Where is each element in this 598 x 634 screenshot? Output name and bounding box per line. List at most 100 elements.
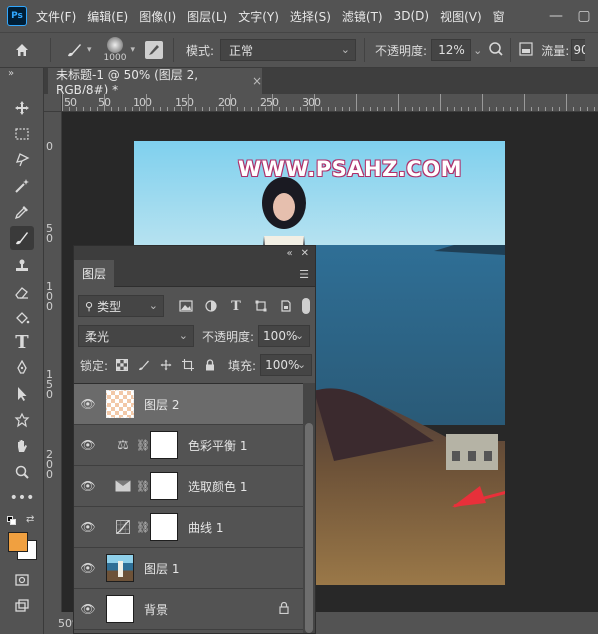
- filter-shape-icon[interactable]: [253, 298, 269, 314]
- airbrush-toggle-icon[interactable]: [519, 41, 533, 59]
- lock-artboard-icon[interactable]: [180, 357, 196, 373]
- link-icon[interactable]: ⛓: [136, 521, 150, 534]
- paint-bucket-icon[interactable]: [10, 306, 34, 330]
- magic-wand-icon[interactable]: [10, 174, 34, 198]
- ruler-tick: [594, 107, 595, 111]
- layer-opacity-input[interactable]: 100% ⌄: [258, 325, 311, 347]
- layer-row[interactable]: 👁 图层 2: [74, 384, 303, 425]
- close-panel-icon[interactable]: ✕: [301, 248, 309, 259]
- stamp-tool-icon[interactable]: [10, 254, 34, 278]
- eraser-tool-icon[interactable]: [10, 280, 34, 304]
- opacity-input[interactable]: 12%: [431, 39, 472, 61]
- eye-icon[interactable]: 👁: [74, 438, 102, 452]
- maximize-button[interactable]: ▢: [570, 2, 598, 30]
- eye-icon[interactable]: 👁: [74, 520, 102, 534]
- chevron-down-icon[interactable]: ▾: [130, 45, 135, 55]
- menu-filter[interactable]: 滤镜(T): [342, 8, 383, 25]
- lasso-tool-icon[interactable]: [10, 148, 34, 172]
- tab-layers[interactable]: 图层: [74, 260, 114, 287]
- menu-3d[interactable]: 3D(D): [394, 9, 429, 23]
- foreground-color-swatch[interactable]: [8, 532, 28, 552]
- close-icon[interactable]: ×: [252, 74, 262, 88]
- brush-settings-icon[interactable]: [144, 41, 163, 59]
- filter-kind-select[interactable]: ⚲ 类型 ⌄: [78, 295, 164, 317]
- layers-scrollbar[interactable]: [303, 383, 315, 633]
- menu-layer[interactable]: 图层(L): [187, 8, 227, 25]
- filter-adjustment-icon[interactable]: [203, 298, 219, 314]
- lock-transparency-icon[interactable]: [114, 357, 130, 373]
- custom-shape-icon[interactable]: [10, 408, 34, 432]
- zoom-tool-icon[interactable]: [10, 460, 34, 484]
- document-tab[interactable]: 未标题-1 @ 50% (图层 2, RGB/8#) * ×: [48, 68, 262, 97]
- menu-window[interactable]: 窗: [493, 8, 505, 25]
- home-icon[interactable]: [0, 42, 44, 58]
- layer-row[interactable]: 👁 ⛓ 曲线 1: [74, 507, 303, 548]
- menu-image[interactable]: 图像(I): [139, 8, 176, 25]
- chevron-down-icon: ⌄: [178, 329, 188, 342]
- more-tools-icon[interactable]: •••: [10, 486, 35, 510]
- menu-edit[interactable]: 编辑(E): [87, 8, 128, 25]
- lock-all-icon[interactable]: [202, 357, 218, 373]
- marquee-tool-icon[interactable]: [10, 122, 34, 146]
- layer-row[interactable]: 👁 背景: [74, 589, 303, 630]
- menu-file[interactable]: 文件(F): [36, 8, 76, 25]
- layer-name[interactable]: 曲线 1: [188, 519, 223, 536]
- fill-input[interactable]: 100% ⌄: [260, 354, 313, 376]
- type-tool-icon[interactable]: T: [10, 330, 34, 354]
- minimize-button[interactable]: —: [542, 2, 570, 30]
- collapse-panel-icon[interactable]: «: [286, 248, 292, 259]
- panel-menu-icon[interactable]: ☰: [299, 268, 309, 281]
- link-icon[interactable]: ⛓: [136, 439, 150, 452]
- ruler-tick: [580, 107, 581, 111]
- layer-name[interactable]: 图层 2: [144, 396, 179, 413]
- filter-pixel-icon[interactable]: [178, 298, 194, 314]
- hand-tool-icon[interactable]: [10, 434, 34, 458]
- eye-icon[interactable]: 👁: [74, 479, 102, 493]
- layer-row[interactable]: 👁 ⚖ ⛓ 色彩平衡 1: [74, 425, 303, 466]
- lock-position-icon[interactable]: [158, 357, 174, 373]
- document-tab-bar: 未标题-1 @ 50% (图层 2, RGB/8#) * ×: [44, 68, 598, 97]
- ruler-tick: [573, 107, 574, 111]
- brush-size-picker[interactable]: 1000: [104, 37, 126, 63]
- ruler-tick: [111, 107, 112, 111]
- filter-smart-object-icon[interactable]: [278, 298, 294, 314]
- swap-colors-icon[interactable]: ⇄: [26, 514, 34, 525]
- flow-input[interactable]: 90: [571, 39, 586, 61]
- eyedropper-icon[interactable]: [10, 200, 34, 224]
- menu-view[interactable]: 视图(V): [440, 8, 482, 25]
- default-colors-icon[interactable]: [7, 516, 17, 526]
- layer-mask-thumbnail[interactable]: [150, 513, 178, 541]
- menu-type[interactable]: 文字(Y): [238, 8, 279, 25]
- layer-row[interactable]: 👁 图层 1: [74, 548, 303, 589]
- link-icon[interactable]: ⛓: [136, 480, 150, 493]
- layer-name[interactable]: 背景: [144, 601, 168, 618]
- layer-name[interactable]: 选取颜色 1: [188, 478, 247, 495]
- pressure-opacity-icon[interactable]: [488, 41, 504, 60]
- opacity-slider-toggle[interactable]: ⌄: [473, 44, 482, 57]
- blend-mode-value: 柔光: [85, 329, 110, 344]
- pen-tool-icon[interactable]: [10, 356, 34, 380]
- ruler-tick: [321, 107, 322, 111]
- layer-name[interactable]: 图层 1: [144, 560, 179, 577]
- brush-tool-icon[interactable]: [10, 226, 34, 250]
- blend-mode-select[interactable]: 柔光 ⌄: [78, 325, 194, 347]
- quick-mask-icon[interactable]: [10, 568, 34, 592]
- eye-icon[interactable]: 👁: [74, 397, 102, 411]
- scrollbar-thumb[interactable]: [305, 423, 313, 633]
- menu-select[interactable]: 选择(S): [290, 8, 331, 25]
- layer-name[interactable]: 色彩平衡 1: [188, 437, 247, 454]
- eye-icon[interactable]: 👁: [74, 602, 102, 616]
- screen-mode-icon[interactable]: [10, 594, 34, 618]
- layer-mask-thumbnail[interactable]: [150, 431, 178, 459]
- eye-icon[interactable]: 👁: [74, 561, 102, 575]
- collapse-toolbar-icon[interactable]: »: [8, 68, 14, 79]
- mode-select[interactable]: 正常 ⌄: [220, 39, 357, 61]
- layer-mask-thumbnail[interactable]: [150, 472, 178, 500]
- layer-row[interactable]: 👁 ⛓ 选取颜色 1: [74, 466, 303, 507]
- move-tool-icon[interactable]: [10, 96, 34, 120]
- filter-toggle-switch[interactable]: [302, 298, 310, 314]
- brush-preset-picker[interactable]: ▾: [65, 41, 92, 59]
- lock-pixels-icon[interactable]: [136, 357, 152, 373]
- filter-type-icon[interactable]: T: [228, 298, 244, 314]
- path-selection-icon[interactable]: [10, 382, 34, 406]
